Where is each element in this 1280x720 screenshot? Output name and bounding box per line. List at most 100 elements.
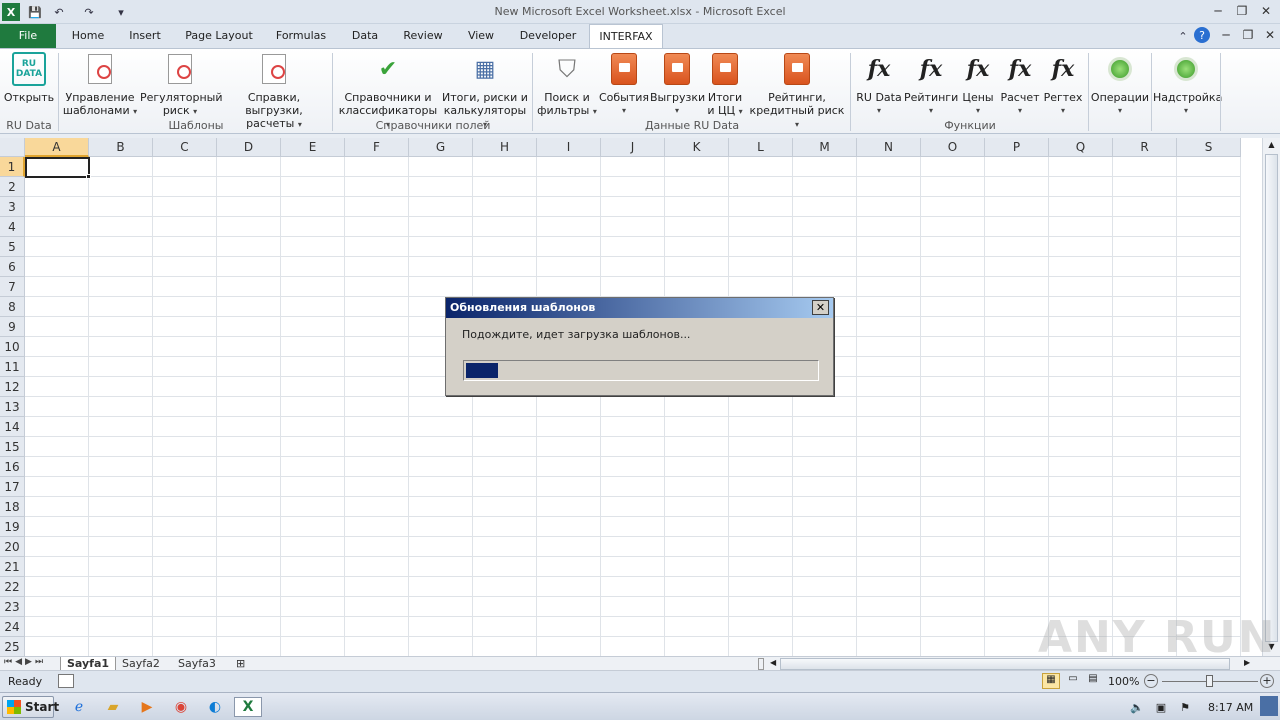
minimize-ribbon-icon[interactable]: ⌃ [1174,27,1192,45]
fx-calc-button[interactable]: fx Расчет ▾ [998,49,1042,119]
tab-file[interactable]: File [0,24,56,48]
row-header-10[interactable]: 10 [0,337,25,357]
fx-regtech-button[interactable]: fx Регтех ▾ [1042,49,1084,119]
row-header-24[interactable]: 24 [0,617,25,637]
fx-prices-button[interactable]: fx Цены ▾ [958,49,998,119]
tab-view[interactable]: View [458,24,504,48]
row-header-17[interactable]: 17 [0,477,25,497]
column-header-c[interactable]: C [153,138,217,157]
explorer-folder-icon[interactable]: ▰ [102,697,124,717]
column-header-e[interactable]: E [281,138,345,157]
volume-icon[interactable]: 🔈 [1126,697,1148,717]
column-header-a[interactable]: A [25,138,89,157]
macro-record-icon[interactable] [58,674,74,688]
zoom-in-icon[interactable]: + [1260,674,1274,688]
row-header-15[interactable]: 15 [0,437,25,457]
tab-developer[interactable]: Developer [512,24,584,48]
ie-icon[interactable]: ℯ [68,697,90,717]
directories-button[interactable]: ✔ Справочники и классификаторы ▾ [336,49,440,129]
workbook-close-icon[interactable]: ✕ [1260,27,1280,43]
row-header-5[interactable]: 5 [0,237,25,257]
column-header-q[interactable]: Q [1049,138,1113,157]
row-header-25[interactable]: 25 [0,637,25,656]
tab-interfax[interactable]: INTERFAX [589,24,663,48]
tab-formulas[interactable]: Formulas [268,24,334,48]
manage-templates-button[interactable]: Управление шаблонами ▾ [62,49,138,119]
tab-split-handle[interactable] [758,658,764,670]
page-layout-view-icon[interactable]: ▭ [1064,673,1082,689]
page-break-view-icon[interactable]: ▤ [1084,673,1102,689]
media-player-icon[interactable]: ▶ [136,697,158,717]
excel-taskbar-icon[interactable]: X [234,697,262,717]
tab-review[interactable]: Review [396,24,450,48]
column-header-s[interactable]: S [1177,138,1241,157]
row-header-2[interactable]: 2 [0,177,25,197]
column-header-n[interactable]: N [857,138,921,157]
row-header-11[interactable]: 11 [0,357,25,377]
spreadsheet-grid[interactable]: ABCDEFGHIJKLMNOPQRS 1 2 3 4 5 6 7 8 9 10 11 12 13 14 1… [0,138,1262,656]
row-header-6[interactable]: 6 [0,257,25,277]
fx-rudata-button[interactable]: fx RU Data ▾ [854,49,904,119]
row-header-20[interactable]: 20 [0,537,25,557]
row-header-8[interactable]: 8 [0,297,25,317]
sheet-tab-1[interactable]: Sayfa1 [60,657,117,671]
tab-data[interactable]: Data [342,24,388,48]
tab-page-layout[interactable]: Page Layout [178,24,260,48]
normal-view-icon[interactable]: ▦ [1042,673,1060,689]
row-header-4[interactable]: 4 [0,217,25,237]
scroll-up-icon[interactable]: ▲ [1265,140,1278,152]
scroll-thumb[interactable] [1265,154,1278,642]
tab-home[interactable]: Home [60,24,116,48]
search-filters-button[interactable]: ⛉ Поиск и фильтры ▾ [536,49,598,119]
edge-icon[interactable]: ◐ [204,697,226,717]
totals-risks-button[interactable]: ▦ Итоги, риски и калькуляторы ▾ [440,49,530,129]
column-header-g[interactable]: G [409,138,473,157]
totals-cc-button[interactable]: Итоги и ЦЦ ▾ [704,49,746,119]
column-header-o[interactable]: O [921,138,985,157]
open-button[interactable]: RU DATA Открыть [2,49,56,119]
ratings-credit-risk-button[interactable]: Рейтинги, кредитный риск ▾ [746,49,848,129]
column-header-i[interactable]: I [537,138,601,157]
sheet-tab-2[interactable]: Sayfa2 [116,657,166,671]
select-all-corner[interactable] [0,138,25,157]
regulatory-risk-button[interactable]: Регуляторный риск ▾ [140,49,222,119]
column-header-p[interactable]: P [985,138,1049,157]
sheet-nav-icon[interactable]: ⏮◀▶⏭ [4,657,56,667]
column-header-j[interactable]: J [601,138,665,157]
dialog-close-button[interactable]: ✕ [812,300,829,315]
fx-ratings-button[interactable]: fx Рейтинги ▾ [904,49,958,119]
column-header-f[interactable]: F [345,138,409,157]
vertical-scrollbar[interactable]: ▲ ▼ [1262,138,1280,656]
chrome-icon[interactable]: ◉ [170,697,192,717]
settings-button[interactable]: Надстройка ▾ [1153,49,1222,119]
reports-button[interactable]: Справки, выгрузки, расчеты ▾ [220,49,328,130]
row-header-21[interactable]: 21 [0,557,25,577]
row-header-9[interactable]: 9 [0,317,25,337]
active-cell-cursor[interactable] [25,157,90,178]
exports-button[interactable]: Выгрузки ▾ [650,49,705,119]
row-header-19[interactable]: 19 [0,517,25,537]
workbook-restore-icon[interactable]: ❐ [1238,27,1258,43]
column-header-l[interactable]: L [729,138,793,157]
row-header-13[interactable]: 13 [0,397,25,417]
row-header-12[interactable]: 12 [0,377,25,397]
workbook-minimize-icon[interactable]: ─ [1216,27,1236,43]
row-header-7[interactable]: 7 [0,277,25,297]
clock[interactable]: 8:17 AM [1208,701,1253,714]
tab-insert[interactable]: Insert [120,24,170,48]
column-header-b[interactable]: B [89,138,153,157]
hscroll-left-icon[interactable]: ◀ [770,658,778,667]
column-header-m[interactable]: M [793,138,857,157]
column-header-d[interactable]: D [217,138,281,157]
operations-button[interactable]: Операции ▾ [1090,49,1150,119]
restore-icon[interactable]: ❐ [1232,3,1252,19]
row-header-3[interactable]: 3 [0,197,25,217]
column-header-r[interactable]: R [1113,138,1177,157]
zoom-level[interactable]: 100% [1108,675,1139,688]
show-desktop-button[interactable] [1260,696,1278,716]
flag-icon[interactable]: ⚑ [1174,697,1196,717]
zoom-out-icon[interactable]: − [1144,674,1158,688]
close-window-icon[interactable]: ✕ [1256,3,1276,19]
row-header-23[interactable]: 23 [0,597,25,617]
row-header-22[interactable]: 22 [0,577,25,597]
